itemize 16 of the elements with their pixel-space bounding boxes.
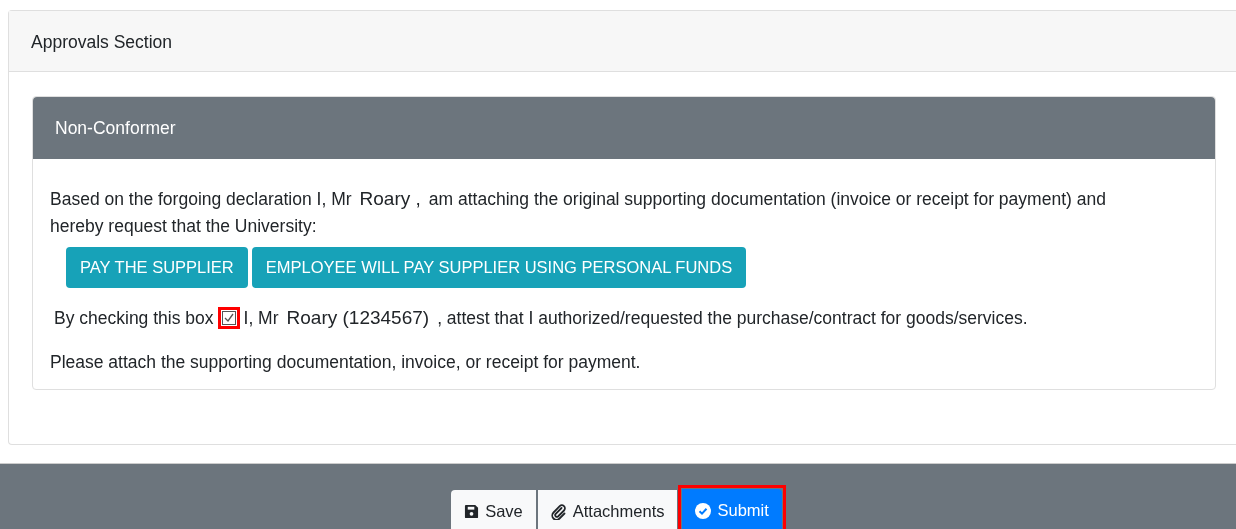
section-title: Approvals Section bbox=[31, 32, 173, 52]
paperclip-icon bbox=[550, 503, 567, 520]
instruction-text: Please attach the supporting documentation, invoice, or receipt for payment. bbox=[50, 350, 642, 374]
option-button[interactable]: PAY THE SUPPLIER bbox=[66, 247, 248, 288]
check-circle-icon bbox=[695, 502, 712, 519]
panel-title: Non-Conformer bbox=[55, 118, 176, 139]
save-button[interactable]: Save bbox=[451, 490, 536, 529]
option-button[interactable]: EMPLOYEE WILL PAY SUPPLIER USING PERSONAL FUNDS bbox=[251, 247, 747, 288]
name-value: Roary (1234567) bbox=[286, 306, 430, 330]
attest-text: By checking this box bbox=[54, 307, 214, 331]
save-icon bbox=[464, 504, 480, 520]
declaration-text: Based on the forgoing declaration I, Mr Roary , am attaching the original supporting documentation (invoice or receipt for payment) and hereby request that the University: bbox=[50, 186, 1107, 238]
submit-button[interactable]: Submit bbox=[682, 489, 782, 529]
attest-text: , attest that I authorized/requested the purchase/contract for goods/services. bbox=[437, 307, 1028, 331]
attest-text: I, Mr bbox=[243, 307, 279, 331]
attach-button[interactable]: Attachments bbox=[537, 490, 678, 529]
